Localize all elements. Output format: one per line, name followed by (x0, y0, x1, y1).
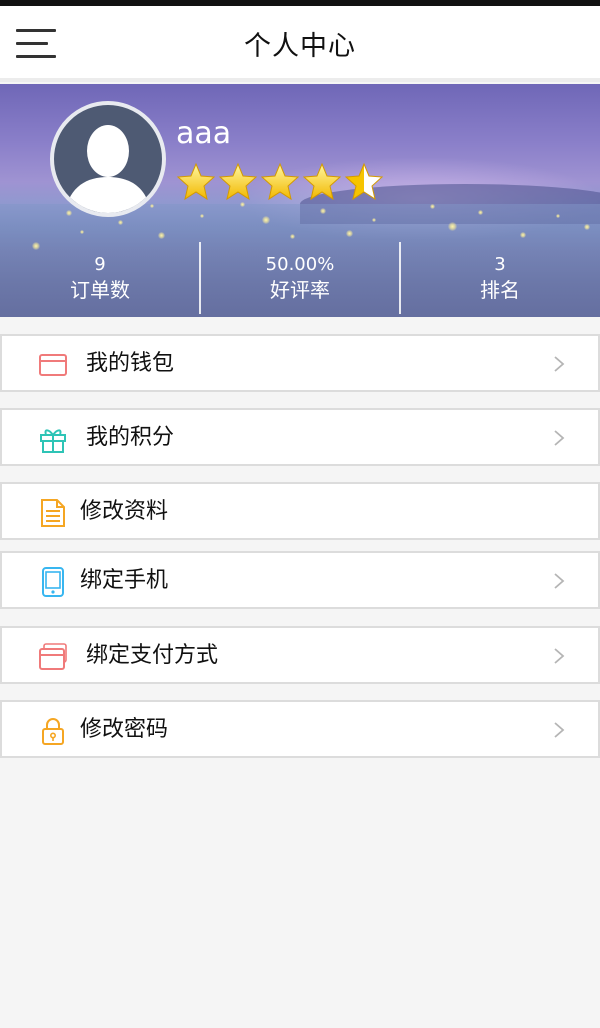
avatar[interactable] (50, 101, 166, 217)
menu-item-label: 绑定支付方式 (86, 643, 219, 668)
chevron-right-icon (554, 430, 565, 446)
menu-item-edit-profile[interactable]: 修改资料 (0, 482, 600, 540)
profile-banner: aaa 9 订单数 50.00% 好评率 3 排名 (0, 84, 600, 317)
stat-orders: 9 订单数 (70, 254, 130, 302)
chevron-right-icon (554, 722, 565, 738)
username: aaa (176, 116, 232, 151)
card-icon (39, 643, 67, 670)
chevron-right-icon (554, 356, 565, 372)
stat-ranking: 3 排名 (480, 254, 520, 302)
chevron-right-icon (554, 573, 565, 589)
menu-item-bind-payment[interactable]: 绑定支付方式 (0, 626, 600, 684)
star-full-icon (218, 162, 258, 201)
user-silhouette-icon (64, 125, 152, 213)
menu-item-label: 我的钱包 (86, 351, 175, 376)
menu-item-label: 修改密码 (80, 717, 169, 742)
menu-item-label: 修改资料 (80, 499, 169, 524)
gift-icon (40, 429, 66, 453)
menu-item-bind-phone[interactable]: 绑定手机 (0, 551, 600, 609)
wallet-icon (39, 354, 67, 376)
menu-item-wallet[interactable]: 我的钱包 (0, 334, 600, 392)
menu-item-label: 我的积分 (86, 425, 175, 450)
star-half-icon (344, 162, 384, 201)
menu-item-points[interactable]: 我的积分 (0, 408, 600, 466)
lock-icon (42, 718, 64, 745)
menu-item-change-password[interactable]: 修改密码 (0, 700, 600, 758)
header: 个人中心 (0, 6, 600, 82)
star-full-icon (176, 162, 216, 201)
page-title: 个人中心 (244, 31, 356, 62)
star-full-icon (302, 162, 342, 201)
stat-positive-rate: 50.00% 好评率 (265, 254, 335, 302)
star-full-icon (260, 162, 300, 201)
chevron-right-icon (554, 648, 565, 664)
phone-icon (42, 567, 64, 597)
document-icon (41, 499, 65, 527)
menu-item-label: 绑定手机 (80, 568, 169, 593)
